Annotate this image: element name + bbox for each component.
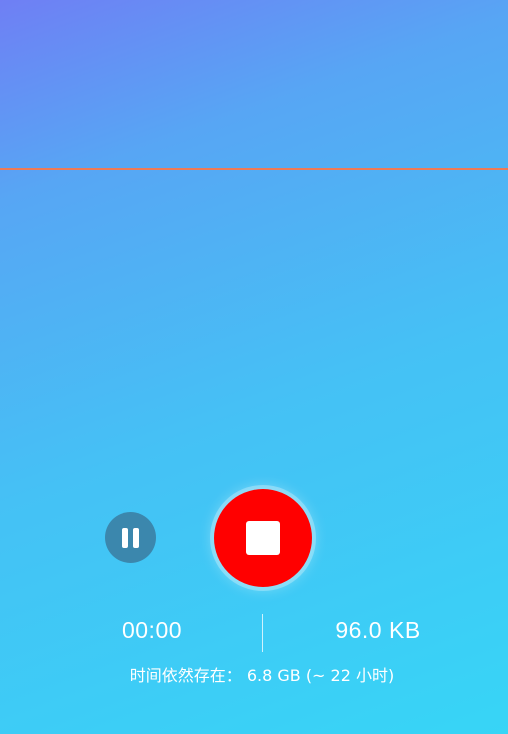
elapsed-time: 00:00: [121, 617, 183, 643]
file-size: 96.0 KB: [335, 617, 421, 643]
stats-divider: [262, 614, 263, 652]
stop-record-button[interactable]: [214, 489, 312, 587]
waveform-baseline: [0, 168, 508, 170]
pause-icon: [122, 527, 139, 548]
stop-icon: [246, 521, 280, 555]
pause-button[interactable]: [105, 512, 156, 563]
storage-remaining-text: 时间依然存在： 6.8 GB (~ 22 小时): [129, 666, 395, 685]
